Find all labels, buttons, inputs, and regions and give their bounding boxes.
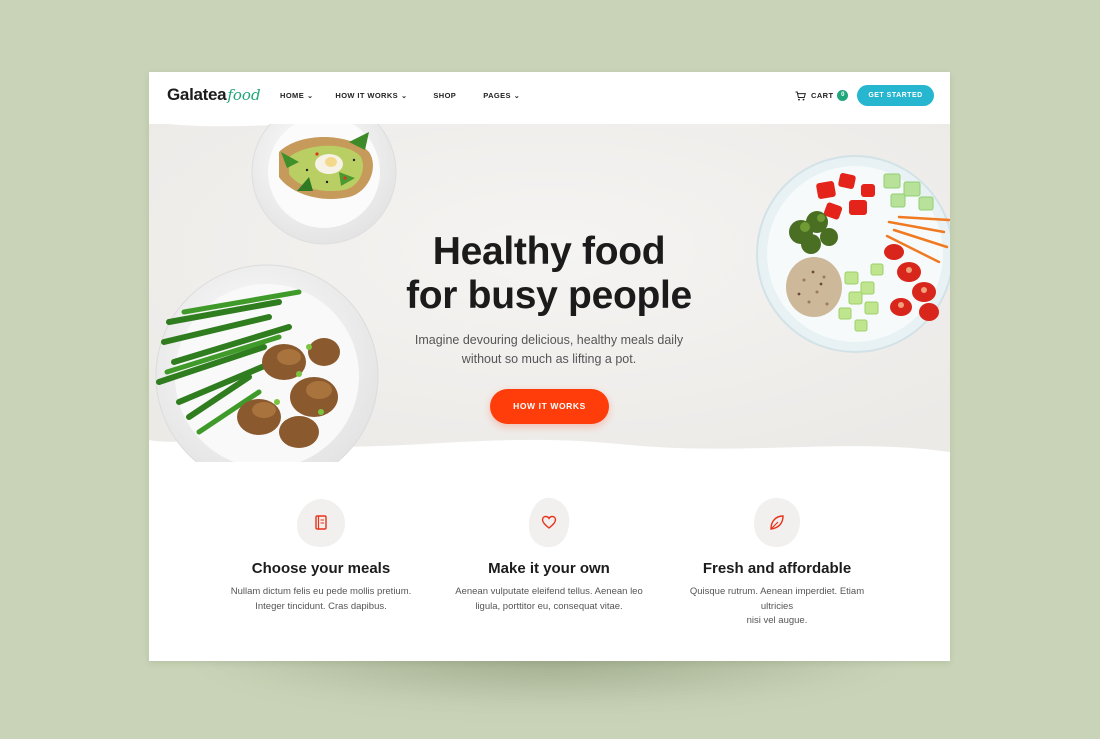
cart-icon [795,91,806,100]
nav-item-pages[interactable]: PAGES ⌄ [483,91,520,100]
feature-text-line-1: Quisque rutrum. Aenean imperdiet. Etiam … [689,586,865,612]
hero-title: Healthy food for busy people [349,230,749,318]
cart-link[interactable]: CART 0 [795,90,849,101]
feature-make-it-your-own: Make it your own Aenean vulputate eleife… [439,497,659,614]
leaf-icon [754,497,800,547]
nav-item-label: SHOP [433,91,457,100]
how-it-works-button[interactable]: HOW IT WORKS [490,389,609,424]
nav-item-label: HOW IT WORKS [335,91,399,100]
nav-item-label: PAGES [483,91,511,100]
feature-title: Fresh and affordable [702,560,852,577]
website-mockup: Healthy food for busy people Imagine dev… [149,72,950,661]
hero-title-line-1: Healthy food [432,230,666,273]
nav-item-label: HOME [280,91,305,100]
feature-text-line-2: ligula, porttitor eu, consequat vitae. [475,600,623,612]
feature-text-line-2: Integer tincidunt. Cras dapibus. [255,600,387,612]
get-started-button[interactable]: GET STARTED [857,85,934,106]
cart-count-badge: 0 [837,90,849,101]
hero-subtitle-line-1: Imagine devouring delicious, healthy mea… [414,333,684,347]
chevron-down-icon: ⌄ [513,92,521,100]
feature-icon-blob [523,497,575,549]
hero-section: Healthy food for busy people Imagine dev… [149,112,950,462]
feature-fresh-affordable: Fresh and affordable Quisque rutrum. Aen… [667,497,887,629]
feature-text: Aenean vulputate eleifend tellus. Aenean… [439,585,659,614]
heart-icon [528,497,570,548]
feature-choose-meals: Choose your meals Nullam dictum felis eu… [211,497,431,614]
main-nav: HOME ⌄ HOW IT WORKS ⌄ SHOP PAGES ⌄ [280,91,520,100]
nav-item-home[interactable]: HOME ⌄ [280,91,313,100]
salad-bowl [756,155,950,353]
brand-logo[interactable]: Galatea food [167,85,261,105]
hero-subtitle-line-2: without so much as lifting a pot. [461,352,637,366]
site-header: Galatea food HOME ⌄ HOW IT WORKS ⌄ SHOP … [149,72,950,124]
nav-item-how-it-works[interactable]: HOW IT WORKS ⌄ [335,91,407,100]
feature-icon-blob [295,497,347,549]
menu-book-icon [297,499,345,547]
feature-text-line-1: Nullam dictum felis eu pede mollis preti… [230,586,412,597]
chevron-down-icon: ⌄ [401,92,408,100]
feature-icon-blob [751,497,803,549]
feature-text: Quisque rutrum. Aenean imperdiet. Etiam … [667,585,887,629]
feature-text: Nullam dictum felis eu pede mollis preti… [211,585,431,614]
nav-item-shop[interactable]: SHOP [433,91,456,100]
hero-subtitle: Imagine devouring delicious, healthy mea… [399,331,699,369]
cart-label: CART [811,91,834,100]
feature-text-line-1: Aenean vulputate eleifend tellus. Aenean… [455,586,643,597]
feature-title: Make it your own [488,560,610,577]
feature-title: Choose your meals [251,560,391,577]
feature-text-line-2: nisi vel augue. [746,615,808,626]
logo-wordmark: Galatea [167,85,227,104]
logo-script-text: food [227,86,261,104]
hero-title-line-2: for busy people [406,274,692,317]
chevron-down-icon: ⌄ [307,92,314,100]
